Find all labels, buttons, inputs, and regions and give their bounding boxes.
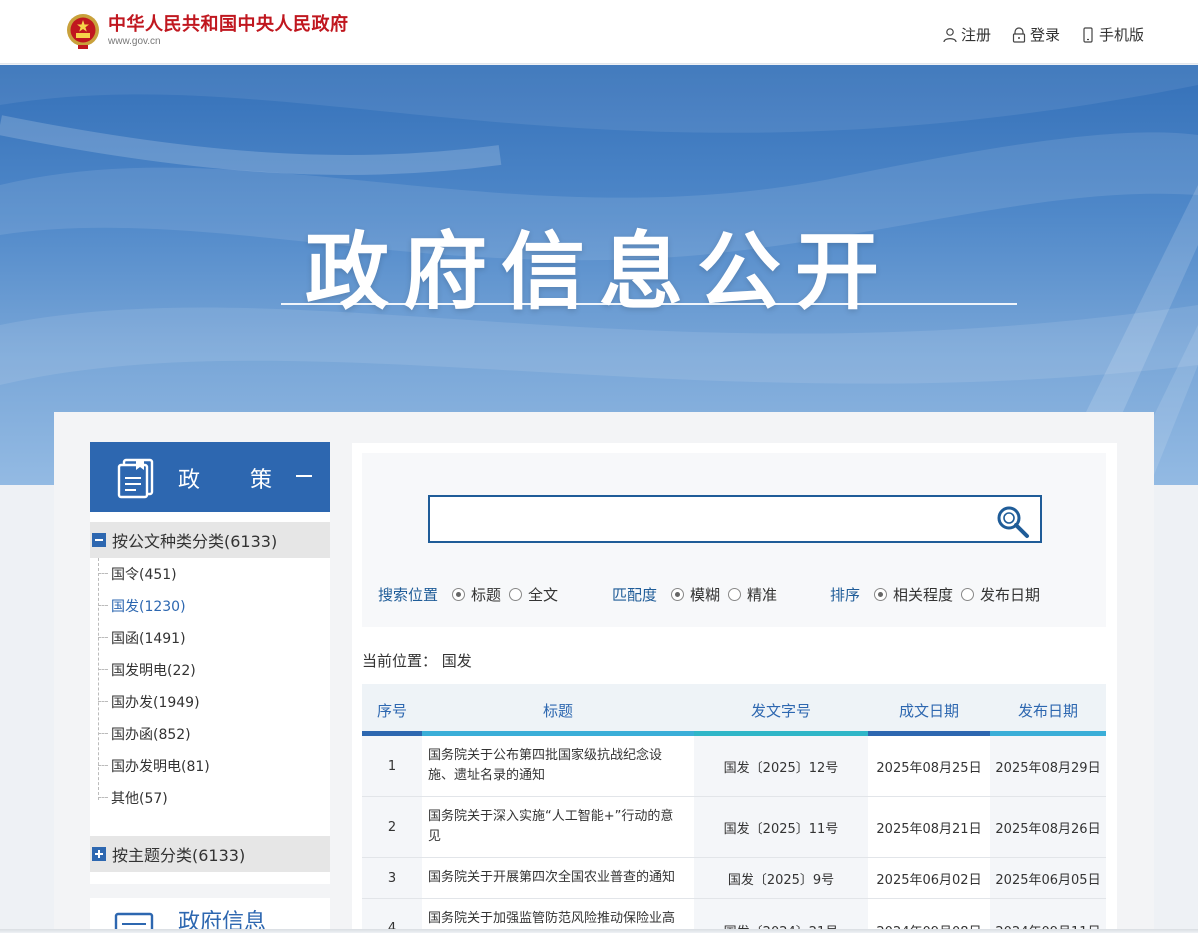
sidebar-info-card[interactable]: 政府信息 — [90, 898, 330, 933]
sidebar-item-guofa-mingdian[interactable]: 国发明电(22) — [98, 654, 196, 686]
radio-relevance-label[interactable]: 相关程度 — [893, 584, 953, 605]
cell-published: 2025年08月29日 — [990, 736, 1106, 796]
expand-box-icon[interactable] — [92, 847, 106, 861]
cell-written: 2025年06月02日 — [876, 872, 982, 888]
table-row: 1 国务院关于公布第四批国家级抗战纪念设施、遗址名录的通知 国发〔2025〕12… — [362, 736, 1106, 797]
radio-fuzzy[interactable] — [671, 588, 685, 601]
register-label: 注册 — [960, 26, 991, 44]
breadcrumb-current[interactable]: 国发 — [442, 652, 472, 670]
cell-docno: 国发〔2025〕12号 — [694, 736, 868, 796]
sidebar-heading-label-1: 政 — [178, 468, 203, 493]
sidebar-heading-label-2: 策 — [250, 468, 275, 493]
cell-no: 4 — [362, 899, 422, 933]
cell-no: 2 — [362, 797, 422, 857]
radio-date-label[interactable]: 发布日期 — [980, 584, 1040, 605]
cell-written: 2024年09月08日 — [868, 899, 990, 933]
register-link[interactable]: 注册 — [942, 24, 991, 45]
banner-title: 政府信息公开 — [304, 223, 893, 321]
cell-published: 2025年06月05日 — [990, 858, 1106, 898]
sidebar-item-other[interactable]: 其他(57) — [98, 782, 168, 814]
match-options: 匹配度 模糊 精准 — [612, 584, 777, 605]
search-input[interactable] — [438, 505, 978, 533]
site-domain: www.gov.cn — [108, 36, 161, 47]
cell-no: 1 — [362, 736, 422, 796]
col-header-docno: 发文字号 — [750, 701, 811, 720]
bottom-edge — [0, 929, 1198, 933]
cell-written: 2025年08月25日 — [876, 760, 982, 776]
login-link[interactable]: 登录 — [1011, 24, 1060, 45]
sidebar-body: 按公文种类分类(6133) 国令(451) 国发(1230) 国函(1491) … — [90, 512, 330, 884]
col-header-no: 序号 — [376, 701, 407, 720]
table-row: 4 国务院关于加强监管防范风险推动保险业高质 国发〔2024〕21号 2024年… — [362, 899, 1106, 933]
sidebar-item-guohan[interactable]: 国函(1491) — [98, 622, 186, 654]
login-label: 登录 — [1029, 26, 1060, 44]
sidebar-item-guofa[interactable]: 国发(1230) — [98, 590, 186, 622]
cell-docno: 国发〔2025〕9号 — [694, 858, 868, 898]
radio-exact[interactable] — [728, 588, 742, 601]
sidebar-group-topic[interactable]: 按主题分类(6133) — [90, 836, 330, 872]
search-icon[interactable] — [994, 503, 1030, 539]
sidebar-group-doc-type[interactable]: 按公文种类分类(6133) — [90, 522, 330, 558]
radio-fuzzy-label[interactable]: 模糊 — [690, 584, 720, 605]
sidebar-item-guoling[interactable]: 国令(451) — [98, 558, 177, 590]
table-header: 序号 标题 发文字号 成文日期 发布日期 — [362, 684, 1106, 736]
sidebar-item-guobanhan[interactable]: 国办函(852) — [98, 718, 191, 750]
radio-date[interactable] — [961, 588, 975, 601]
site-logo[interactable]: 中华人民共和国中央人民政府 www.gov.cn — [66, 12, 349, 50]
sort-label: 排序 — [830, 586, 861, 604]
mobile-icon — [1083, 26, 1093, 43]
breadcrumb: 当前位置： 国发 — [362, 650, 472, 671]
collapse-box-icon[interactable] — [92, 533, 106, 547]
radio-title[interactable] — [452, 588, 466, 601]
top-links: 注册 登录 手机版 — [942, 24, 1144, 45]
col-header-published: 发布日期 — [1017, 701, 1078, 720]
banner-underline — [281, 303, 1017, 305]
radio-fulltext-label[interactable]: 全文 — [528, 584, 558, 605]
sidebar-item-guobanfa[interactable]: 国办发(1949) — [98, 686, 200, 718]
search-box — [428, 495, 1042, 543]
radio-title-label[interactable]: 标题 — [471, 584, 501, 605]
cell-title-link[interactable]: 国务院关于深入实施“人工智能+”行动的意见 — [422, 797, 694, 857]
cell-published: 2024年09月11日 — [990, 899, 1106, 933]
cell-published: 2025年08月26日 — [990, 797, 1106, 857]
cell-written: 2025年08月21日 — [876, 821, 982, 837]
col-header-title: 标题 — [542, 701, 573, 720]
site-title: 中华人民共和国中央人民政府 — [108, 14, 349, 35]
match-label: 匹配度 — [612, 586, 658, 604]
sidebar-heading[interactable]: 政 策 — [90, 442, 330, 512]
search-position-label: 搜索位置 — [378, 586, 439, 604]
cell-docno: 国发〔2025〕11号 — [694, 797, 868, 857]
document-icon — [117, 458, 154, 499]
cell-no: 3 — [362, 858, 422, 898]
radio-fulltext[interactable] — [509, 588, 523, 601]
cell-title-link[interactable]: 国务院关于加强监管防范风险推动保险业高质 — [422, 899, 694, 933]
breadcrumb-prefix: 当前位置： — [362, 652, 438, 670]
radio-relevance[interactable] — [874, 588, 888, 601]
group-label: 按公文种类分类(6133) — [112, 532, 278, 551]
search-position-options: 搜索位置 标题 全文 — [378, 584, 558, 605]
collapse-icon[interactable] — [296, 475, 312, 477]
sidebar-item-guobanfa-mingdian[interactable]: 国办发明电(81) — [98, 750, 210, 782]
table-row: 3 国务院关于开展第四次全国农业普查的通知 国发〔2025〕9号 2025年06… — [362, 858, 1106, 899]
mobile-label: 手机版 — [1098, 26, 1144, 44]
user-icon — [943, 27, 957, 42]
radio-exact-label[interactable]: 精准 — [747, 584, 777, 605]
cell-docno: 国发〔2024〕21号 — [694, 899, 868, 933]
mobile-link[interactable]: 手机版 — [1080, 24, 1144, 45]
top-bar: 中华人民共和国中央人民政府 www.gov.cn 注册 登录 手机版 — [0, 0, 1198, 64]
national-emblem-icon — [67, 14, 99, 49]
table-row: 2 国务院关于深入实施“人工智能+”行动的意见 国发〔2025〕11号 2025… — [362, 797, 1106, 858]
sort-options: 排序 相关程度 发布日期 — [830, 584, 1040, 605]
lock-icon — [1012, 26, 1026, 43]
cell-title-link[interactable]: 国务院关于开展第四次全国农业普查的通知 — [422, 858, 694, 898]
group-label: 按主题分类(6133) — [112, 846, 246, 865]
cell-title-link[interactable]: 国务院关于公布第四批国家级抗战纪念设施、遗址名录的通知 — [422, 736, 694, 796]
col-header-written: 成文日期 — [898, 701, 959, 720]
